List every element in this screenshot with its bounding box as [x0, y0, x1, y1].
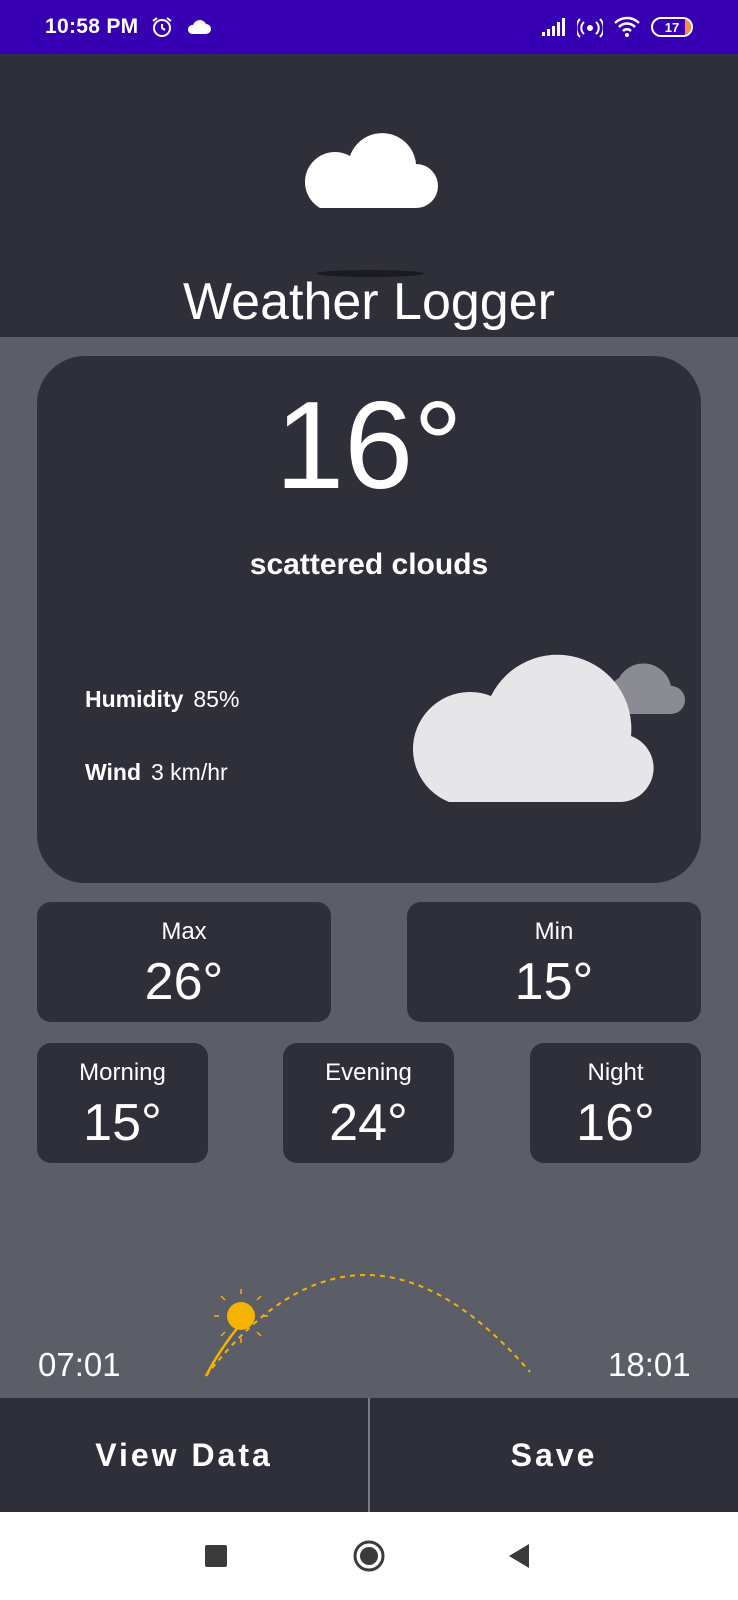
recents-button[interactable]: [176, 1512, 256, 1600]
morning-label: Morning: [79, 1059, 166, 1086]
night-temp-tile: Night 16°: [530, 1043, 701, 1163]
morning-temp-tile: Morning 15°: [37, 1043, 208, 1163]
humidity-row: Humidity 85%: [85, 686, 239, 713]
weather-cloud-icon: [304, 133, 438, 208]
system-nav-bar: [0, 1512, 738, 1600]
alarm-icon: [152, 17, 173, 37]
wind-value: 3 km/hr: [151, 759, 228, 785]
cloud-icon: [188, 20, 212, 34]
back-button[interactable]: [479, 1512, 559, 1600]
max-value: 26°: [144, 953, 224, 1011]
status-right: 17: [541, 15, 693, 39]
sun-path-dashed: [205, 1274, 531, 1377]
signal-icon: [542, 18, 565, 36]
app-title: Weather Logger: [183, 273, 555, 331]
min-temp-tile: Min 15°: [407, 902, 701, 1022]
night-value: 16°: [576, 1094, 655, 1152]
night-label: Night: [587, 1059, 644, 1086]
hotspot-icon: [577, 18, 603, 38]
sunset-time: 18:01: [608, 1346, 691, 1383]
scattered-clouds-icon: [412, 654, 685, 802]
save-button[interactable]: Save: [370, 1398, 738, 1512]
min-label: Min: [534, 918, 574, 945]
current-temperature: 16°: [275, 377, 463, 515]
status-left: 10:58 PM: [45, 15, 212, 39]
home-circle-icon: [353, 1540, 385, 1572]
wifi-icon: [614, 16, 640, 37]
battery-level: 17: [664, 19, 680, 35]
max-label: Max: [161, 918, 207, 945]
status-bar: 10:58 PM 17: [0, 0, 738, 54]
home-button[interactable]: [329, 1512, 409, 1600]
max-temp-tile: Max 26°: [37, 902, 331, 1022]
app-header: Weather Logger: [0, 54, 738, 337]
evening-label: Evening: [325, 1059, 412, 1086]
stop-square-icon: [205, 1545, 227, 1567]
status-time: 10:58 PM: [45, 15, 139, 38]
evening-value: 24°: [329, 1094, 408, 1152]
min-value: 15°: [514, 953, 594, 1011]
sun-path-elapsed: [204, 1321, 243, 1377]
humidity-value: 85%: [193, 686, 240, 712]
weather-description: scattered clouds: [249, 548, 489, 581]
view-data-button[interactable]: View Data: [0, 1398, 368, 1512]
morning-value: 15°: [83, 1094, 162, 1152]
back-triangle-icon: [509, 1544, 529, 1568]
battery-icon: 17: [651, 17, 693, 37]
wind-label: Wind: [85, 759, 141, 785]
sun-path-arc: [204, 1274, 531, 1377]
current-weather-card: 16° scattered clouds Humidity 85% Wind 3 k…: [37, 356, 701, 883]
evening-temp-tile: Evening 24°: [283, 1043, 454, 1163]
sunrise-time: 07:01: [38, 1346, 121, 1383]
bottom-action-bar: View Data Save: [0, 1398, 738, 1512]
wind-row: Wind 3 km/hr: [85, 759, 228, 786]
humidity-label: Humidity: [85, 686, 184, 712]
